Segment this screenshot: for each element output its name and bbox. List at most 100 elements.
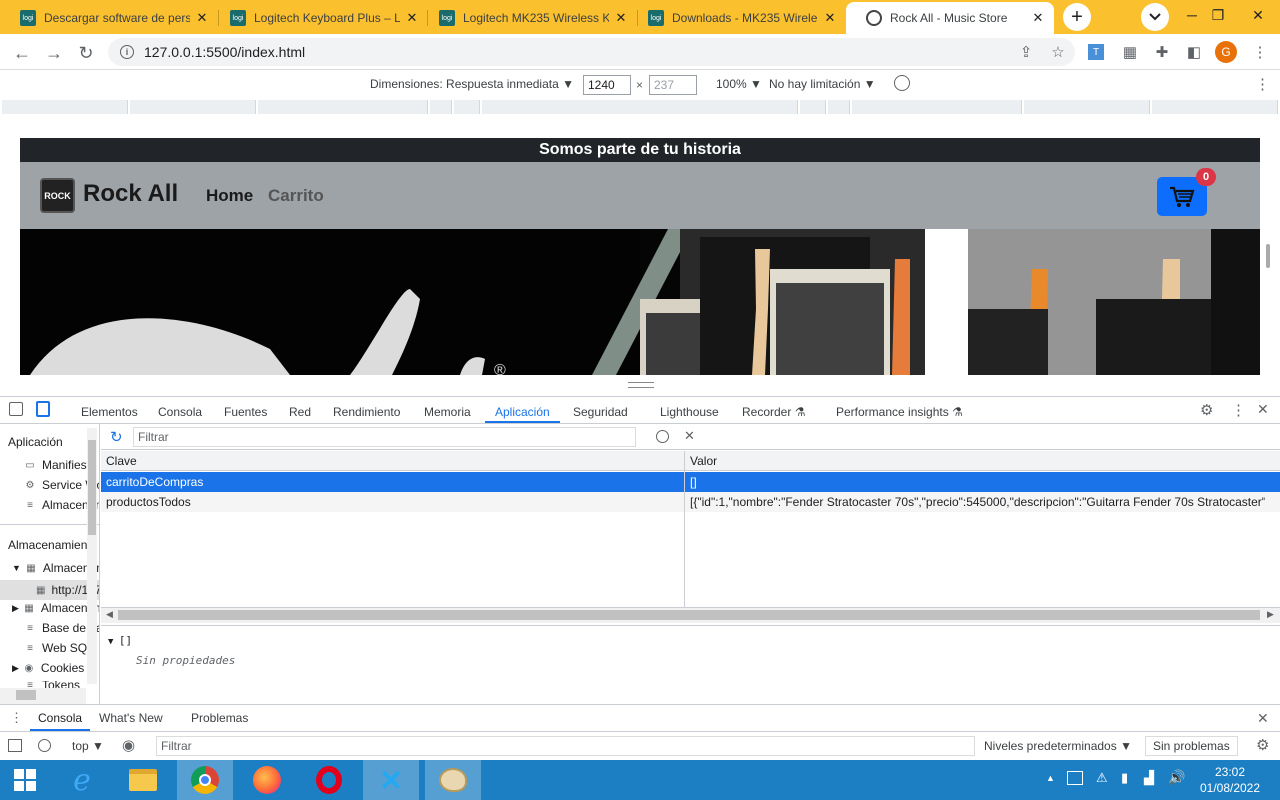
new-tab-button[interactable]: + xyxy=(1063,3,1091,31)
keyboard-extension-icon[interactable]: ▦ xyxy=(1120,42,1140,62)
forward-arrow-icon[interactable]: → xyxy=(41,40,67,66)
browser-tab-4[interactable]: logi Downloads - MK235 Wirele ✕ xyxy=(628,2,846,34)
close-drawer-icon[interactable]: ✕ xyxy=(1257,710,1269,727)
media-query-segment[interactable] xyxy=(828,100,850,114)
media-query-segment[interactable] xyxy=(1024,100,1150,114)
battery-icon[interactable]: ▮ xyxy=(1121,770,1128,786)
share-icon[interactable]: ⇪ xyxy=(1016,42,1036,62)
browser-tab-2[interactable]: logi Logitech Keyboard Plus – Lo ✕ xyxy=(210,2,428,34)
dimensions-dropdown[interactable]: Dimensiones: Respuesta inmediata ▼ xyxy=(370,77,574,91)
media-query-segment[interactable] xyxy=(800,100,826,114)
column-divider[interactable] xyxy=(684,451,685,607)
issues-button[interactable]: Sin problemas xyxy=(1145,736,1238,756)
browser-tab-3[interactable]: logi Logitech MK235 Wireless K ✕ xyxy=(419,2,637,34)
clear-all-icon[interactable] xyxy=(656,430,669,443)
media-query-segment[interactable] xyxy=(454,100,480,114)
translate-extension-icon[interactable]: T xyxy=(1088,44,1104,60)
tab-elementos[interactable]: Elementos xyxy=(81,401,138,423)
close-tab-icon[interactable]: ✕ xyxy=(194,10,210,26)
close-window-button[interactable]: ✕ xyxy=(1238,0,1278,30)
tab-aplicacion[interactable]: Aplicación xyxy=(485,401,560,423)
taskbar-internet-explorer[interactable]: e xyxy=(54,760,110,800)
wifi-signal-icon[interactable]: ▟ xyxy=(1144,770,1154,786)
browser-tab-active[interactable]: Rock All - Music Store ✕ xyxy=(846,2,1054,34)
close-tab-icon[interactable]: ✕ xyxy=(613,10,629,26)
refresh-icon[interactable]: ↻ xyxy=(110,428,123,446)
column-header-value[interactable]: Valor xyxy=(685,451,1280,471)
menu-kebab-icon[interactable]: ⋮ xyxy=(1250,42,1270,62)
tab-recorder[interactable]: Recorder ⚗ xyxy=(742,401,805,423)
close-tab-icon[interactable]: ✕ xyxy=(1030,10,1046,26)
rock-all-logo[interactable]: ROCK xyxy=(40,178,75,213)
brand-name[interactable]: Rock All xyxy=(83,180,178,208)
storage-filter-input[interactable]: Filtrar xyxy=(133,427,636,447)
console-filter-input[interactable]: Filtrar xyxy=(156,736,975,756)
sidebar-item-web-sql[interactable]: ≡ Web SQL xyxy=(24,641,94,655)
sidebar-toggle-icon[interactable] xyxy=(8,739,22,752)
throttle-dropdown[interactable]: No hay limitación ▼ xyxy=(769,77,876,91)
drawer-tab-consola[interactable]: Consola xyxy=(30,705,91,731)
media-query-segment[interactable] xyxy=(130,100,256,114)
taskbar-opera[interactable] xyxy=(301,760,357,800)
sidebar-item-manifest[interactable]: ▭ Manifiesto xyxy=(24,458,96,472)
column-header-key[interactable]: Clave xyxy=(101,451,684,471)
start-button[interactable] xyxy=(0,760,50,800)
zoom-dropdown[interactable]: 100% ▼ xyxy=(716,77,762,91)
tab-red[interactable]: Red xyxy=(289,401,311,423)
sidebar-hscrollbar[interactable] xyxy=(0,688,86,704)
sidebar-item-origin-selected[interactable]: ▦http://127.0.0.1:5500 xyxy=(0,580,99,600)
log-levels-dropdown[interactable]: Niveles predeterminados ▼ xyxy=(984,739,1132,753)
delete-selected-icon[interactable]: ✕ xyxy=(684,428,695,444)
show-hidden-icons-chevron-icon[interactable]: ▲ xyxy=(1046,773,1055,783)
devtools-menu-kebab-icon[interactable]: ⋮ xyxy=(1231,401,1246,419)
address-bar[interactable]: i 127.0.0.1:5500/index.html xyxy=(108,38,1075,66)
media-query-segment[interactable] xyxy=(258,100,428,114)
restore-button[interactable]: ❐ xyxy=(1204,0,1232,30)
rotate-icon[interactable] xyxy=(894,75,910,91)
sidebar-hscroll-thumb[interactable] xyxy=(16,690,36,700)
drawer-tab-problemas[interactable]: Problemas xyxy=(191,705,248,731)
drawer-tab-whats-new[interactable]: What's New xyxy=(99,705,163,731)
tab-consola[interactable]: Consola xyxy=(158,401,202,423)
preview-tree-root[interactable]: ▼ [] xyxy=(108,634,132,647)
puzzle-extensions-icon[interactable]: ✚ xyxy=(1152,42,1172,62)
media-query-segment[interactable] xyxy=(430,100,452,114)
browser-tab-1[interactable]: logi Descargar software de pers ✕ xyxy=(0,2,218,34)
scroll-right-icon[interactable]: ▶ xyxy=(1267,609,1274,620)
media-query-segment[interactable] xyxy=(1152,100,1278,114)
live-expression-eye-icon[interactable]: ◉ xyxy=(122,736,135,754)
tab-search-button[interactable] xyxy=(1141,3,1169,31)
reload-icon[interactable]: ↻ xyxy=(73,40,99,66)
taskbar-chrome[interactable] xyxy=(177,760,233,800)
taskbar-paint[interactable] xyxy=(425,760,481,800)
minimize-button[interactable]: ─ xyxy=(1178,0,1206,30)
tab-rendimiento[interactable]: Rendimiento xyxy=(333,401,400,423)
hero-carousel[interactable]: ® xyxy=(20,229,1260,375)
nav-link-carrito[interactable]: Carrito xyxy=(268,186,324,206)
tab-performance-insights[interactable]: Performance insights ⚗ xyxy=(836,401,963,423)
console-settings-gear-icon[interactable]: ⚙ xyxy=(1256,736,1269,754)
close-devtools-icon[interactable]: ✕ xyxy=(1257,401,1269,418)
network-status-icon[interactable]: ⚠ xyxy=(1096,770,1108,786)
tab-seguridad[interactable]: Seguridad xyxy=(573,401,628,423)
media-query-segment[interactable] xyxy=(482,100,798,114)
profile-avatar[interactable]: G xyxy=(1215,41,1237,63)
table-hscroll-thumb[interactable] xyxy=(118,610,1260,620)
close-tab-icon[interactable]: ✕ xyxy=(404,10,420,26)
tab-fuentes[interactable]: Fuentes xyxy=(224,401,267,423)
sidebar-item-cookies[interactable]: ▶ ◉ Cookies xyxy=(12,661,84,675)
tab-lighthouse[interactable]: Lighthouse xyxy=(660,401,719,423)
taskbar-firefox[interactable] xyxy=(239,760,295,800)
width-input[interactable]: 1240 xyxy=(583,75,631,95)
device-toolbar-toggle-icon[interactable] xyxy=(36,401,50,417)
back-arrow-icon[interactable]: ← xyxy=(9,40,35,66)
network-device-icon[interactable] xyxy=(1067,771,1083,785)
media-query-segment[interactable] xyxy=(2,100,128,114)
scroll-left-icon[interactable]: ◀ xyxy=(106,609,113,620)
side-panel-icon[interactable]: ◧ xyxy=(1184,42,1204,62)
info-icon[interactable]: i xyxy=(120,45,134,59)
height-input[interactable]: 237 xyxy=(649,75,697,95)
system-clock[interactable]: 23:02 01/08/2022 xyxy=(1190,764,1270,796)
tab-memoria[interactable]: Memoria xyxy=(424,401,471,423)
taskbar-file-explorer[interactable] xyxy=(115,760,171,800)
